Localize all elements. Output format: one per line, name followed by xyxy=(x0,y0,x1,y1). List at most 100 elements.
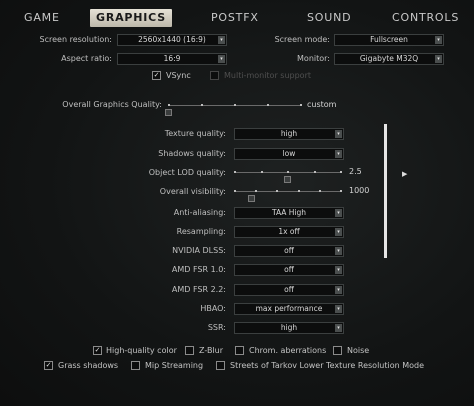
overall-quality-label: Overall Graphics Quality: xyxy=(62,100,162,109)
mip-streaming-checkbox[interactable] xyxy=(131,361,140,370)
resampling-value: 1x off xyxy=(278,227,300,236)
slider-tick xyxy=(201,104,203,106)
object-lod-value: 2.5 xyxy=(349,167,362,176)
mouse-cursor-icon: ▶ xyxy=(402,170,408,178)
monitor-dropdown[interactable]: Gigabyte M32Q ▾ xyxy=(334,53,444,65)
dropdown-arrow-icon: ▾ xyxy=(335,305,342,313)
aspect-ratio-label: Aspect ratio: xyxy=(61,54,112,63)
z-blur-label: Z-Blur xyxy=(199,346,224,355)
noise-checkbox[interactable] xyxy=(333,346,342,355)
multi-monitor-checkbox[interactable] xyxy=(210,71,219,80)
resampling-dropdown[interactable]: 1x off ▾ xyxy=(234,226,344,238)
dropdown-arrow-icon: ▾ xyxy=(335,150,342,158)
hbao-value: max performance xyxy=(255,304,323,313)
dropdown-arrow-icon: ▾ xyxy=(335,324,342,332)
streets-lower-texture-checkbox[interactable] xyxy=(216,361,225,370)
dropdown-arrow-icon: ▾ xyxy=(335,130,342,138)
object-lod-label: Object LOD quality: xyxy=(148,168,226,177)
dropdown-arrow-icon: ▾ xyxy=(335,247,342,255)
amd-fsr1-value: off xyxy=(284,265,294,274)
dropdown-arrow-icon: ▾ xyxy=(335,228,342,236)
ssr-label: SSR: xyxy=(207,323,226,332)
ssr-value: high xyxy=(280,323,298,332)
amd-fsr2-dropdown[interactable]: off ▾ xyxy=(234,284,344,296)
nvidia-dlss-label: NVIDIA DLSS: xyxy=(172,246,226,255)
check-icon: ✓ xyxy=(94,346,101,354)
slider-tick xyxy=(267,104,269,106)
screen-mode-dropdown[interactable]: Fullscreen ▾ xyxy=(334,34,444,46)
check-icon: ✓ xyxy=(153,71,160,79)
hbao-dropdown[interactable]: max performance ▾ xyxy=(234,303,344,315)
high-quality-color-label: High-quality color xyxy=(106,346,177,355)
chrom-aberrations-label: Chrom. aberrations xyxy=(249,346,327,355)
amd-fsr2-label: AMD FSR 2.2: xyxy=(171,285,226,294)
slider-tick xyxy=(319,190,321,192)
slider-tick xyxy=(234,171,236,173)
shadows-quality-label: Shadows quality: xyxy=(158,149,226,158)
amd-fsr1-label: AMD FSR 1.0: xyxy=(171,265,226,274)
overall-visibility-slider-knob-icon[interactable] xyxy=(248,195,256,202)
slider-tick xyxy=(298,190,300,192)
anti-aliasing-dropdown[interactable]: TAA High ▾ xyxy=(234,207,344,219)
tab-bar: GAME GRAPHICS POSTFX SOUND CONTROLS xyxy=(0,7,474,31)
texture-quality-value: high xyxy=(280,129,298,138)
tab-postfx[interactable]: POSTFX xyxy=(211,9,259,27)
slider-tick xyxy=(276,190,278,192)
slider-tick xyxy=(340,190,342,192)
noise-label: Noise xyxy=(347,346,370,355)
ssr-dropdown[interactable]: high ▾ xyxy=(234,322,344,334)
slider-tick xyxy=(287,171,289,173)
multi-monitor-label: Multi-monitor support xyxy=(224,71,311,80)
slider-tick xyxy=(234,190,236,192)
object-lod-slider[interactable] xyxy=(234,171,342,173)
shadows-quality-value: low xyxy=(282,149,296,158)
settings-screen: GAME GRAPHICS POSTFX SOUND CONTROLS Scre… xyxy=(0,0,474,406)
aspect-ratio-value: 16:9 xyxy=(163,54,181,63)
nvidia-dlss-value: off xyxy=(284,246,294,255)
amd-fsr1-dropdown[interactable]: off ▾ xyxy=(234,264,344,276)
aspect-ratio-dropdown[interactable]: 16:9 ▾ xyxy=(117,53,227,65)
overall-quality-slider[interactable] xyxy=(168,104,302,106)
dropdown-arrow-icon: ▾ xyxy=(218,55,225,63)
settings-scrollbar[interactable] xyxy=(384,124,387,258)
z-blur-checkbox[interactable] xyxy=(185,346,194,355)
texture-quality-dropdown[interactable]: high ▾ xyxy=(234,128,344,140)
tab-graphics[interactable]: GRAPHICS xyxy=(90,9,172,27)
slider-tick xyxy=(300,104,302,106)
high-quality-color-checkbox[interactable]: ✓ xyxy=(93,346,102,355)
vsync-checkbox[interactable]: ✓ xyxy=(152,71,161,80)
streets-lower-texture-label: Streets of Tarkov Lower Texture Resoluti… xyxy=(230,361,425,370)
dropdown-arrow-icon: ▾ xyxy=(335,209,342,217)
tab-controls[interactable]: CONTROLS xyxy=(392,9,459,27)
slider-tick xyxy=(340,171,342,173)
object-lod-slider-knob-icon[interactable] xyxy=(284,176,291,183)
chrom-aberrations-checkbox[interactable] xyxy=(235,346,244,355)
overall-visibility-label: Overall visibility: xyxy=(159,187,226,196)
slider-tick xyxy=(168,104,170,106)
shadows-quality-dropdown[interactable]: low ▾ xyxy=(234,148,344,160)
grass-shadows-label: Grass shadows xyxy=(58,361,119,370)
nvidia-dlss-dropdown[interactable]: off ▾ xyxy=(234,245,344,257)
monitor-label: Monitor: xyxy=(297,54,330,63)
vsync-label: VSync xyxy=(166,71,191,80)
overall-quality-slider-knob-icon[interactable] xyxy=(165,109,172,116)
screen-resolution-dropdown[interactable]: 2560x1440 (16:9) ▾ xyxy=(117,34,227,46)
screen-mode-value: Fullscreen xyxy=(370,35,408,44)
dropdown-arrow-icon: ▾ xyxy=(218,36,225,44)
check-icon: ✓ xyxy=(45,361,52,369)
overall-visibility-value: 1000 xyxy=(349,186,370,195)
dropdown-arrow-icon: ▾ xyxy=(435,36,442,44)
resampling-label: Resampling: xyxy=(176,227,226,236)
tab-game[interactable]: GAME xyxy=(24,9,60,27)
monitor-value: Gigabyte M32Q xyxy=(359,54,419,63)
screen-resolution-label: Screen resolution: xyxy=(39,35,112,44)
slider-tick xyxy=(234,104,236,106)
screen-mode-label: Screen mode: xyxy=(274,35,330,44)
anti-aliasing-value: TAA High xyxy=(271,208,307,217)
tab-sound[interactable]: SOUND xyxy=(307,9,351,27)
overall-quality-value: custom xyxy=(307,100,337,109)
dropdown-arrow-icon: ▾ xyxy=(335,266,342,274)
amd-fsr2-value: off xyxy=(284,285,294,294)
grass-shadows-checkbox[interactable]: ✓ xyxy=(44,361,53,370)
overall-visibility-slider[interactable] xyxy=(234,190,342,192)
